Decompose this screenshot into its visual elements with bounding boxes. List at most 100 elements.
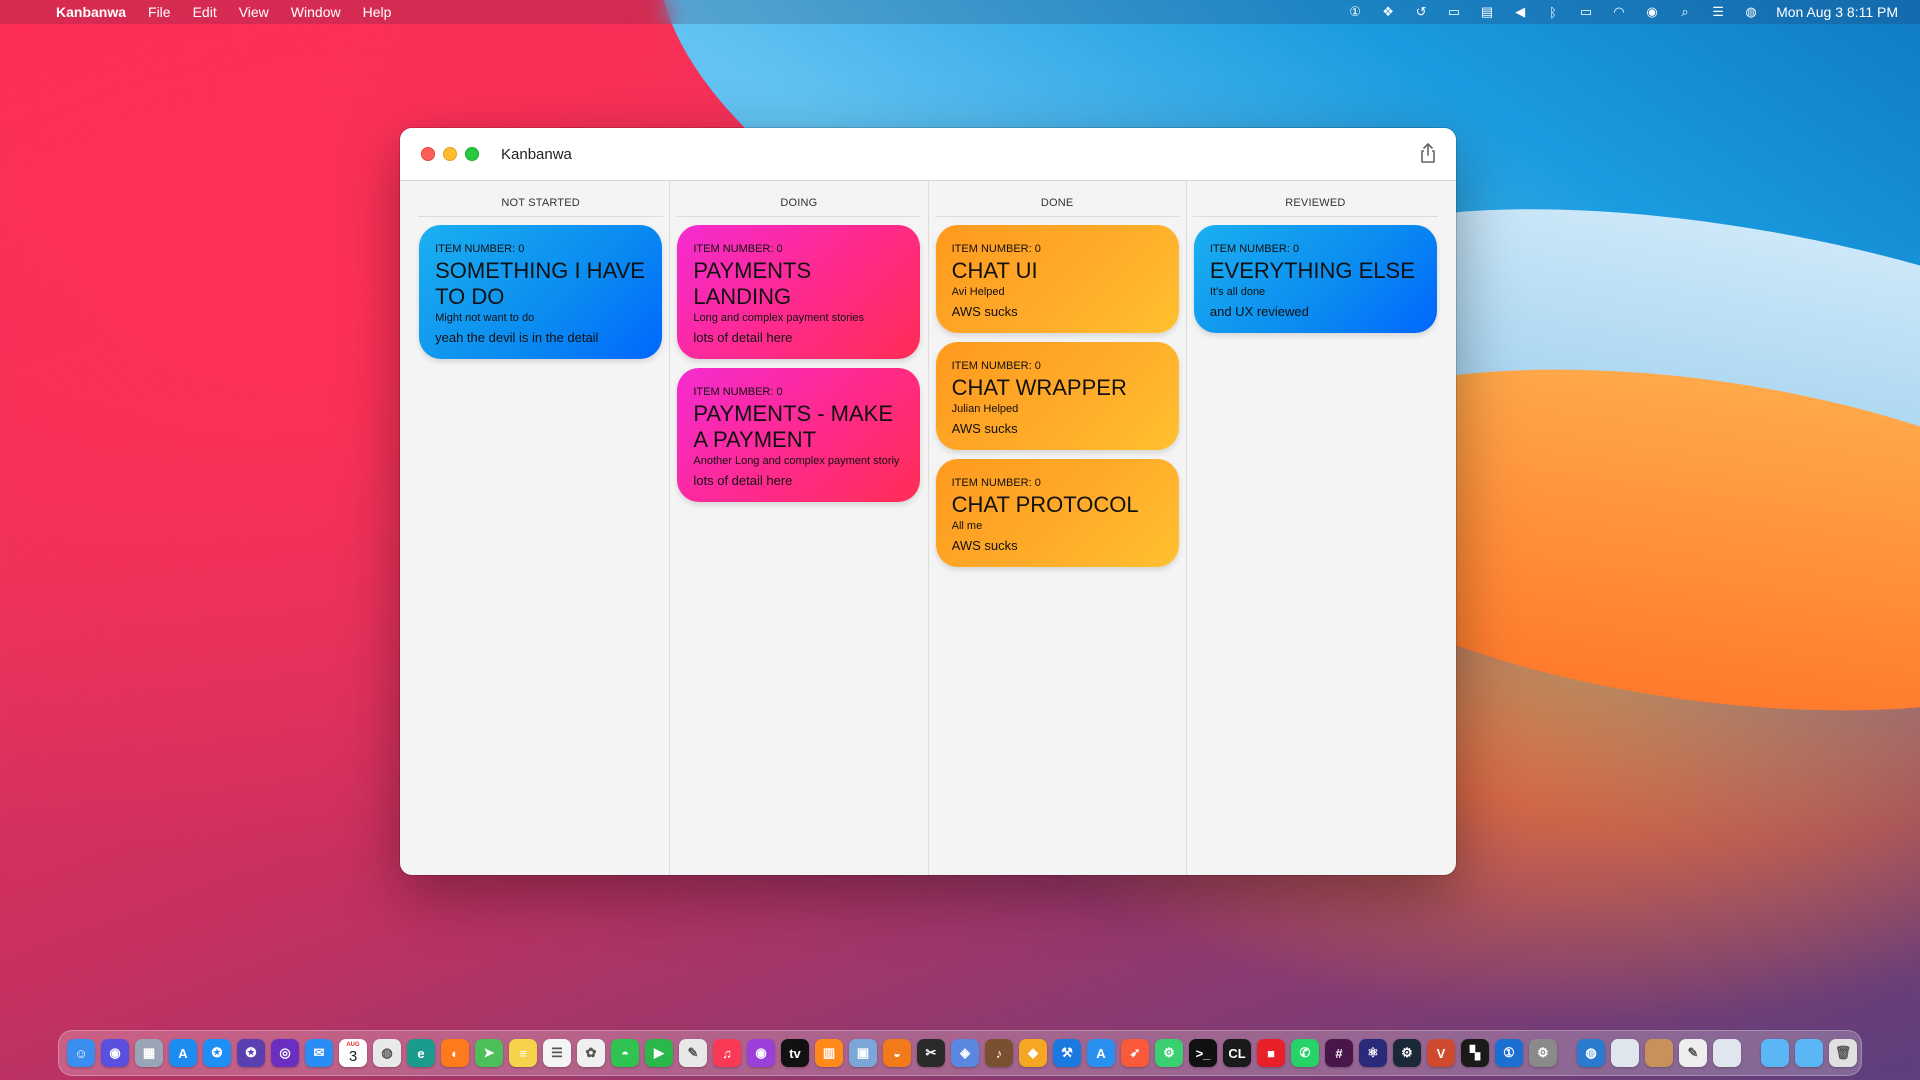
kanban-card[interactable]: ITEM NUMBER: 0 CHAT UI Avi Helped AWS sucks: [935, 225, 1179, 333]
battery-icon[interactable]: ▭: [1578, 4, 1594, 19]
android-studio-icon[interactable]: ⚙: [1155, 1039, 1183, 1067]
bluetooth-icon[interactable]: ᛒ: [1545, 5, 1561, 20]
menu-file[interactable]: File: [148, 4, 171, 20]
siri-menu-icon[interactable]: ◍: [1743, 4, 1759, 19]
1password-icon[interactable]: ①: [1495, 1039, 1523, 1067]
podcasts-icon[interactable]: ◉: [747, 1039, 775, 1067]
1password-menu-icon[interactable]: ①: [1347, 4, 1363, 19]
app-window: Kanbanwa NOT STARTED ITEM NUMBER: 0 SOMETH…: [400, 128, 1456, 875]
column-done: DONE ITEM NUMBER: 0 CHAT UI Avi Helped AWS s…: [927, 181, 1186, 875]
card-title: PAYMENTS LANDING: [693, 258, 812, 309]
pixelmator-icon[interactable]: ◈: [951, 1039, 979, 1067]
volume-icon[interactable]: ◀: [1512, 4, 1528, 19]
kanban-card[interactable]: ITEM NUMBER: 0 CHAT WRAPPER Julian Helped A…: [935, 342, 1179, 450]
finder-icon[interactable]: ☺: [67, 1039, 95, 1067]
facetime-icon[interactable]: ▶: [645, 1039, 673, 1067]
folder-icon-1[interactable]: [1761, 1039, 1789, 1067]
app-store-icon[interactable]: A: [169, 1039, 197, 1067]
preview-icon[interactable]: ▣: [849, 1039, 877, 1067]
kanban-board: NOT STARTED ITEM NUMBER: 0 SOMETHING I HAV…: [400, 181, 1456, 875]
menu-app-name[interactable]: Kanbanwa: [56, 4, 126, 20]
whatsapp-icon[interactable]: ✆: [1291, 1039, 1319, 1067]
kanban-card[interactable]: ITEM NUMBER: 0 PAYMENTS - MAKE A PAYMENT A…: [677, 368, 921, 502]
minimize-button[interactable]: [443, 147, 457, 161]
system-preferences-icon[interactable]: ⚙: [1529, 1039, 1557, 1067]
column-not-started: NOT STARTED ITEM NUMBER: 0 SOMETHING I HAV…: [412, 181, 669, 875]
menu-clock[interactable]: Mon Aug 3 8:11 PM: [1776, 4, 1898, 20]
share-icon[interactable]: [1418, 142, 1438, 164]
menu-bar: Kanbanwa File Edit View Window Help ① ❖ …: [0, 0, 1920, 24]
user-icon[interactable]: ◉: [1644, 4, 1660, 19]
spotlight-search-icon[interactable]: ⌕: [1677, 4, 1693, 19]
card-list: ITEM NUMBER: 0 PAYMENTS LANDING Long and c…: [677, 225, 921, 502]
swift-playgrounds-icon[interactable]: ➶: [1121, 1039, 1149, 1067]
music-icon[interactable]: ♫: [713, 1039, 741, 1067]
card-item-number: ITEM NUMBER: 0: [435, 243, 525, 255]
kanban-card[interactable]: ITEM NUMBER: 0 CHAT PROTOCOL All me AWS suc…: [935, 459, 1179, 567]
card-detail: lots of detail here: [693, 473, 793, 488]
activity-monitor-icon[interactable]: ▚: [1461, 1039, 1489, 1067]
textedit-doc-icon[interactable]: ✎: [1679, 1039, 1707, 1067]
firefox-icon[interactable]: ◐: [441, 1039, 469, 1067]
time-machine-icon[interactable]: ↺: [1413, 4, 1429, 19]
kanban-card[interactable]: ITEM NUMBER: 0 SOMETHING I HAVE TO DO Migh…: [419, 225, 663, 359]
blender-icon[interactable]: ◒: [883, 1039, 911, 1067]
airplay-icon[interactable]: ▭: [1446, 4, 1462, 19]
card-subtitle: It's all done: [1209, 286, 1266, 298]
zoom-button[interactable]: [465, 147, 479, 161]
maps-icon[interactable]: ➤: [475, 1039, 503, 1067]
instruments-icon[interactable]: ♪: [985, 1039, 1013, 1067]
card-title: CHAT PROTOCOL: [951, 492, 1139, 517]
card-list: ITEM NUMBER: 0 SOMETHING I HAVE TO DO Migh…: [419, 225, 663, 359]
wifi-icon[interactable]: ◠: [1611, 4, 1627, 19]
generic-app-icon-2[interactable]: [1645, 1039, 1673, 1067]
input-flag-icon[interactable]: ▤: [1479, 4, 1495, 19]
textedit-icon[interactable]: ✎: [679, 1039, 707, 1067]
mail-icon[interactable]: ✉: [305, 1039, 333, 1067]
notes-icon[interactable]: ≡: [509, 1039, 537, 1067]
steam-icon[interactable]: ⚙: [1393, 1039, 1421, 1067]
books-icon[interactable]: ▥: [815, 1039, 843, 1067]
network-utility-icon[interactable]: ◍: [1577, 1039, 1605, 1067]
dropbox-icon[interactable]: ❖: [1380, 4, 1396, 19]
terminal-icon[interactable]: >_: [1189, 1039, 1217, 1067]
card-detail: AWS sucks: [951, 304, 1018, 319]
card-item-number: ITEM NUMBER: 0: [951, 360, 1041, 372]
menu-edit[interactable]: Edit: [193, 4, 217, 20]
safari-preview-icon[interactable]: ✪: [237, 1039, 265, 1067]
podcast-player-icon[interactable]: ◎: [271, 1039, 299, 1067]
vim-icon[interactable]: V: [1427, 1039, 1455, 1067]
jetbrains-box-icon[interactable]: ■: [1257, 1039, 1285, 1067]
close-button[interactable]: [421, 147, 435, 161]
clion-icon[interactable]: CL: [1223, 1039, 1251, 1067]
kanban-card[interactable]: ITEM NUMBER: 0 PAYMENTS LANDING Long and c…: [677, 225, 921, 359]
siri-icon[interactable]: ◉: [101, 1039, 129, 1067]
window-title: Kanbanwa: [501, 145, 572, 163]
card-detail: lots of detail here: [693, 330, 793, 345]
generic-app-icon-3[interactable]: [1713, 1039, 1741, 1067]
safari-icon[interactable]: ✪: [203, 1039, 231, 1067]
trash-icon[interactable]: 🗑: [1829, 1039, 1857, 1067]
kanban-card[interactable]: ITEM NUMBER: 0 EVERYTHING ELSE It's all do…: [1193, 225, 1437, 333]
launchpad-icon[interactable]: ▦: [135, 1039, 163, 1067]
messages-icon[interactable]: ◓: [611, 1039, 639, 1067]
slack-icon[interactable]: #: [1325, 1039, 1353, 1067]
control-center-icon[interactable]: ☰: [1710, 4, 1726, 19]
generic-app-icon-1[interactable]: [1611, 1039, 1639, 1067]
photos-icon[interactable]: ✿: [577, 1039, 605, 1067]
sketch-icon[interactable]: ◆: [1019, 1039, 1047, 1067]
calendar-icon[interactable]: AUG 3: [339, 1039, 367, 1067]
xcode-icon[interactable]: ⚒: [1053, 1039, 1081, 1067]
folder-icon-2[interactable]: [1795, 1039, 1823, 1067]
final-cut-icon[interactable]: ✂: [917, 1039, 945, 1067]
edge-icon[interactable]: e: [407, 1039, 435, 1067]
menu-view[interactable]: View: [239, 4, 269, 20]
chrome-icon[interactable]: ◍: [373, 1039, 401, 1067]
reminders-icon[interactable]: ☰: [543, 1039, 571, 1067]
menu-help[interactable]: Help: [363, 4, 392, 20]
menu-window[interactable]: Window: [291, 4, 341, 20]
card-title: CHAT UI: [951, 258, 1038, 283]
visual-studio-icon[interactable]: ⚛: [1359, 1039, 1387, 1067]
app-store-connect-icon[interactable]: A: [1087, 1039, 1115, 1067]
apple-tv-icon[interactable]: tv: [781, 1039, 809, 1067]
